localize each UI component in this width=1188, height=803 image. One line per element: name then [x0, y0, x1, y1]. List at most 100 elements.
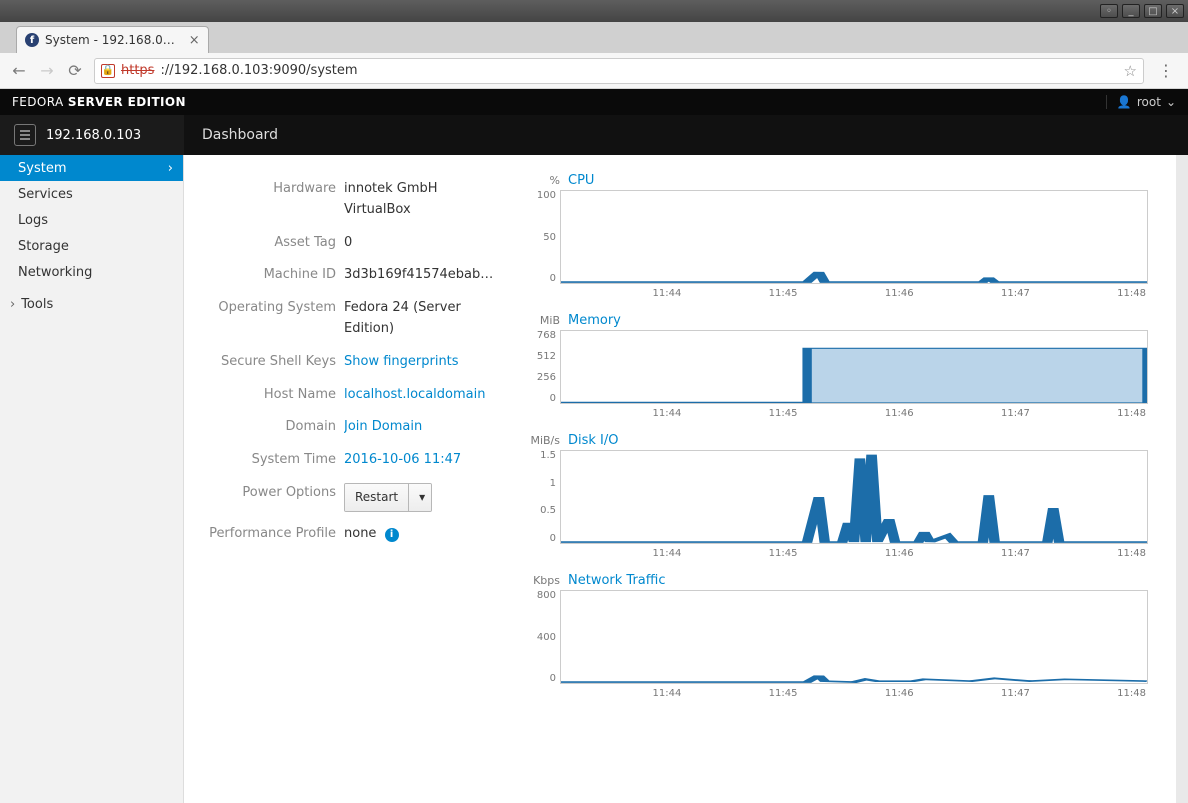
xtick: 11:44	[653, 408, 682, 419]
tab-close-button[interactable]: ×	[189, 33, 200, 48]
disk-unit: MiB/s	[524, 434, 560, 447]
server-icon	[14, 124, 36, 146]
tab-title: System - 192.168.0…	[45, 33, 175, 47]
xtick: 11:48	[1117, 408, 1146, 419]
perf-text: none	[344, 526, 376, 541]
host-bar: 192.168.0.103 Dashboard	[0, 115, 1188, 155]
browser-chrome: f System - 192.168.0… × ← → ⟳ 🔒 https://…	[0, 22, 1188, 803]
sidebar-item-services[interactable]: Services	[0, 181, 183, 207]
ytick: 1.5	[540, 450, 556, 461]
browser-tabstrip: f System - 192.168.0… ×	[0, 22, 1188, 53]
xtick: 11:47	[1001, 688, 1030, 699]
sidebar-item-label: Services	[18, 187, 73, 202]
sidebar-item-storage[interactable]: Storage	[0, 233, 183, 259]
xtick: 11:45	[769, 288, 798, 299]
info-icon[interactable]: i	[385, 528, 399, 542]
browser-menu-button[interactable]: ⋮	[1154, 61, 1178, 80]
restart-button[interactable]: Restart	[345, 484, 409, 511]
brand-text: FEDORA SERVER EDITION	[12, 95, 186, 109]
brand-bar: FEDORA SERVER EDITION 👤 root ⌄	[0, 89, 1188, 115]
ytick: 800	[537, 590, 556, 601]
xtick: 11:45	[769, 548, 798, 559]
cockpit-app: FEDORA SERVER EDITION 👤 root ⌄ 192.168.0…	[0, 89, 1188, 803]
disk-xaxis: . 11:44 11:45 11:46 11:47 11:48	[560, 544, 1148, 559]
address-bar[interactable]: 🔒 https://192.168.0.103:9090/system ☆	[94, 58, 1144, 84]
fedora-favicon-icon: f	[25, 33, 39, 47]
brand-bold: SERVER EDITION	[68, 95, 186, 109]
hostname-label: Host Name	[184, 385, 344, 406]
forward-button[interactable]: →	[38, 61, 56, 80]
join-domain-link[interactable]: Join Domain	[344, 417, 494, 438]
machineid-value: 3d3b169f41574ebab…	[344, 265, 494, 286]
system-info: Hardwareinnotek GmbH VirtualBox Asset Ta…	[184, 173, 524, 785]
window-minimize-button[interactable]: _	[1122, 4, 1140, 18]
sidebar-item-system[interactable]: System	[0, 155, 183, 181]
net-unit: Kbps	[524, 574, 560, 587]
domain-label: Domain	[184, 417, 344, 438]
assettag-label: Asset Tag	[184, 233, 344, 254]
mem-xaxis: . 11:44 11:45 11:46 11:47 11:48	[560, 404, 1148, 419]
os-window: ◦ _ □ × f System - 192.168.0… × ← → ⟳ 🔒 …	[0, 0, 1188, 803]
disk-plot[interactable]	[560, 450, 1148, 544]
xtick: 11:46	[885, 288, 914, 299]
cpu-xaxis: . 11:44 11:45 11:46 11:47 11:48	[560, 284, 1148, 299]
xtick: 11:44	[653, 288, 682, 299]
disk-title-link[interactable]: Disk I/O	[568, 433, 619, 448]
sidebar-item-networking[interactable]: Networking	[0, 259, 183, 285]
bookmark-star-icon[interactable]: ☆	[1124, 62, 1137, 80]
cpu-plot[interactable]	[560, 190, 1148, 284]
power-dropdown-button[interactable]: ▾	[409, 484, 431, 511]
net-plot[interactable]	[560, 590, 1148, 684]
cpu-title-link[interactable]: CPU	[568, 173, 594, 188]
back-button[interactable]: ←	[10, 61, 28, 80]
xtick: 11:45	[769, 688, 798, 699]
chart-memory: MiB Memory 768 512 256 0	[524, 313, 1148, 419]
power-label: Power Options	[184, 483, 344, 504]
ssh-label: Secure Shell Keys	[184, 352, 344, 373]
perf-value: none i	[344, 524, 494, 545]
ytick: 0	[550, 393, 556, 404]
breadcrumb[interactable]: Dashboard	[184, 127, 296, 143]
chart-network: Kbps Network Traffic 800 400 0	[524, 573, 1148, 699]
machineid-label: Machine ID	[184, 265, 344, 286]
ytick: 0	[550, 273, 556, 284]
user-name: root	[1137, 95, 1161, 109]
xtick: 11:47	[1001, 408, 1030, 419]
sidebar-item-label: Storage	[18, 239, 69, 254]
sidebar-group-tools[interactable]: Tools	[0, 291, 183, 317]
ssh-fingerprints-link[interactable]: Show fingerprints	[344, 352, 494, 373]
window-close-button[interactable]: ×	[1166, 4, 1184, 18]
os-label: Operating System	[184, 298, 344, 319]
chevron-down-icon: ⌄	[1166, 95, 1176, 109]
system-time-link[interactable]: 2016-10-06 11:47	[344, 450, 494, 471]
host-ip: 192.168.0.103	[46, 128, 141, 143]
reload-button[interactable]: ⟳	[66, 61, 84, 80]
host-switcher[interactable]: 192.168.0.103	[0, 115, 184, 155]
browser-tab[interactable]: f System - 192.168.0… ×	[16, 26, 209, 53]
mem-plot[interactable]	[560, 330, 1148, 404]
os-value: Fedora 24 (Server Edition)	[344, 298, 494, 340]
mem-yaxis: 768 512 256 0	[524, 330, 560, 404]
sidebar-item-label: System	[18, 161, 66, 176]
cpu-yaxis: 100 50 0	[524, 190, 560, 284]
xtick: 11:46	[885, 688, 914, 699]
app-body: System Services Logs Storage Networking …	[0, 155, 1188, 803]
hostname-link[interactable]: localhost.localdomain	[344, 385, 494, 406]
xtick: 11:48	[1117, 288, 1146, 299]
hardware-value: innotek GmbH VirtualBox	[344, 179, 494, 221]
xtick: 11:45	[769, 408, 798, 419]
user-menu[interactable]: 👤 root ⌄	[1106, 95, 1176, 109]
disk-yaxis: 1.5 1 0.5 0	[524, 450, 560, 544]
window-maximize-button[interactable]: □	[1144, 4, 1162, 18]
xtick: 11:48	[1117, 548, 1146, 559]
mem-title-link[interactable]: Memory	[568, 313, 621, 328]
xtick: 11:47	[1001, 548, 1030, 559]
net-title-link[interactable]: Network Traffic	[568, 573, 665, 588]
user-indicator-button[interactable]: ◦	[1100, 4, 1118, 18]
xtick: 11:44	[653, 548, 682, 559]
chart-disk: MiB/s Disk I/O 1.5 1 0.5 0	[524, 433, 1148, 559]
xtick: 11:46	[885, 408, 914, 419]
perf-label: Performance Profile	[184, 524, 344, 545]
sidebar-item-logs[interactable]: Logs	[0, 207, 183, 233]
os-titlebar: ◦ _ □ ×	[0, 0, 1188, 22]
